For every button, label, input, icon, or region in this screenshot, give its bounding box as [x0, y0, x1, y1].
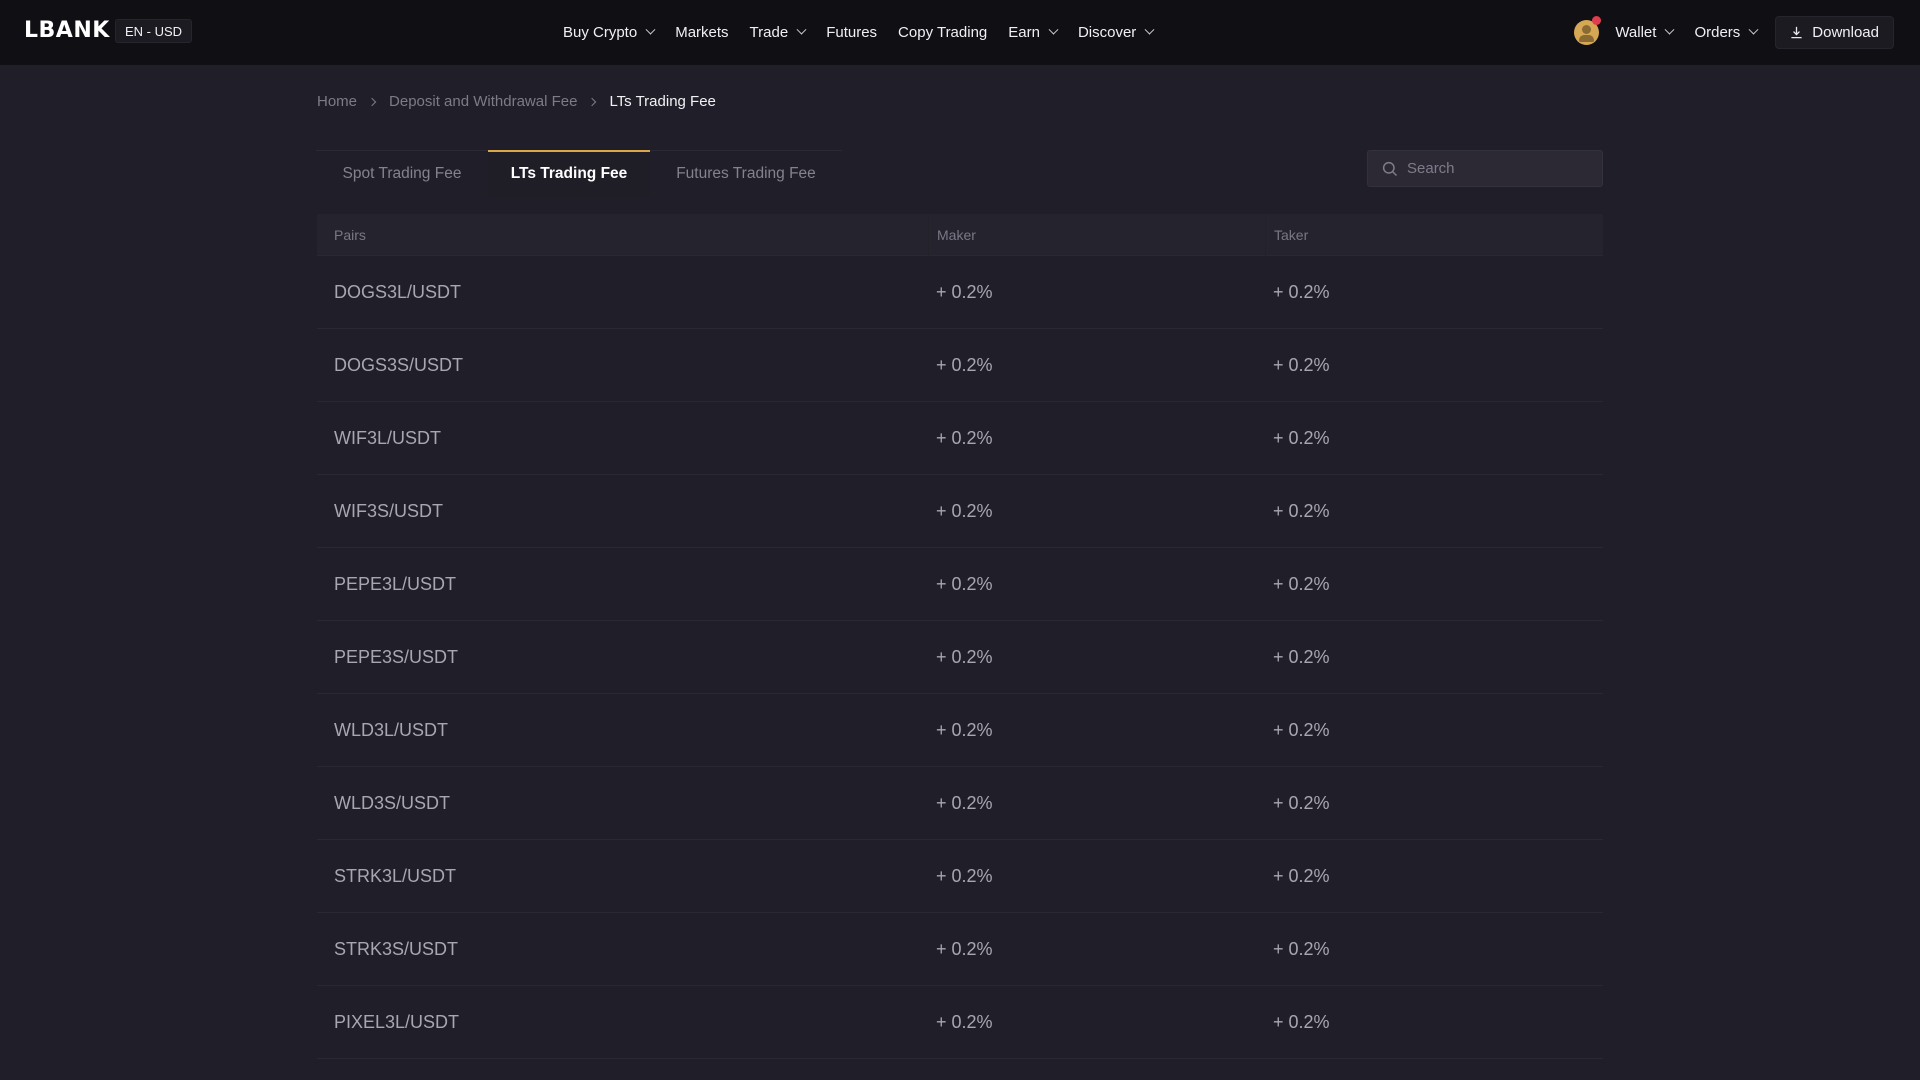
pair-cell: WIF3L/USDT [334, 427, 442, 448]
nav-label: Copy Trading [898, 24, 988, 41]
taker-fee-cell: + 0.2% [1273, 281, 1330, 302]
user-avatar-button[interactable] [1574, 16, 1615, 45]
taker-fee-cell: + 0.2% [1273, 500, 1330, 521]
wallet-label: Wallet [1615, 24, 1657, 41]
maker-fee-cell: + 0.2% [936, 719, 993, 740]
chevron-down-icon [796, 24, 807, 35]
chevron-down-icon [645, 24, 656, 35]
breadcrumb-current: LTs Trading Fee [609, 93, 716, 110]
table-row: WLD3S/USDT + 0.2% + 0.2% [317, 767, 1603, 840]
maker-fee-cell: + 0.2% [936, 427, 993, 448]
breadcrumb: Home Deposit and Withdrawal Fee LTs Trad… [317, 93, 716, 110]
table-row: DOGS3L/USDT + 0.2% + 0.2% [317, 256, 1603, 329]
nav-trade[interactable]: Trade [749, 24, 807, 41]
maker-fee-cell: + 0.2% [936, 573, 993, 594]
table-row: WIF3S/USDT + 0.2% + 0.2% [317, 475, 1603, 548]
wallet-menu[interactable]: Wallet [1615, 24, 1675, 41]
table-row: DOGS3S/USDT + 0.2% + 0.2% [317, 329, 1603, 402]
pair-cell: WLD3L/USDT [334, 719, 449, 740]
pair-cell: PEPE3S/USDT [334, 646, 459, 667]
pair-cell: DOGS3L/USDT [334, 281, 462, 302]
table-row: STRK3L/USDT + 0.2% + 0.2% [317, 840, 1603, 913]
table-row: PEPE3L/USDT + 0.2% + 0.2% [317, 548, 1603, 621]
taker-fee-cell: + 0.2% [1273, 719, 1330, 740]
top-navigation-bar: LBANK EN - USD Buy Crypto Markets Trade … [0, 0, 1920, 65]
table-row: PIXEL3L/USDT + 0.2% + 0.2% [317, 986, 1603, 1059]
taker-fee-cell: + 0.2% [1273, 427, 1330, 448]
breadcrumb-deposit-withdrawal-fee[interactable]: Deposit and Withdrawal Fee [389, 93, 577, 110]
maker-fee-cell: + 0.2% [936, 354, 993, 375]
nav-label: Earn [1008, 24, 1040, 41]
nav-label: Buy Crypto [563, 24, 638, 41]
maker-fee-cell: + 0.2% [936, 792, 993, 813]
tab-futures-trading-fee[interactable]: Futures Trading Fee [650, 151, 842, 197]
table-body: DOGS3L/USDT + 0.2% + 0.2% DOGS3S/USDT + … [317, 256, 1603, 1059]
language-currency-selector[interactable]: EN - USD [115, 19, 193, 43]
nav-earn[interactable]: Earn [1008, 24, 1059, 41]
pair-cell: WIF3S/USDT [334, 500, 444, 521]
pair-cell: PIXEL3L/USDT [334, 1011, 460, 1032]
nav-futures[interactable]: Futures [826, 24, 877, 41]
pair-cell: STRK3S/USDT [334, 938, 459, 959]
taker-fee-cell: + 0.2% [1273, 792, 1330, 813]
chevron-down-icon [1048, 24, 1059, 35]
column-header-taker: Taker [1265, 213, 1603, 256]
pair-cell: STRK3L/USDT [334, 865, 457, 886]
lts-fee-table: Pairs Maker Taker DOGS3L/USDT + 0.2% + 0… [317, 213, 1603, 1059]
search-icon [1382, 161, 1398, 176]
download-label: Download [1812, 24, 1879, 41]
table-header: Pairs Maker Taker [317, 213, 1603, 256]
nav-label: Futures [826, 24, 878, 41]
taker-fee-cell: + 0.2% [1273, 646, 1330, 667]
maker-fee-cell: + 0.2% [936, 938, 993, 959]
download-button[interactable]: Download [1775, 16, 1894, 49]
chevron-down-icon [1664, 24, 1675, 35]
nav-label: Markets [675, 24, 729, 41]
main-nav: Buy Crypto Markets Trade Futures Copy Tr… [563, 0, 1174, 65]
nav-discover[interactable]: Discover [1077, 24, 1155, 41]
notification-dot [1592, 16, 1602, 25]
pair-cell: WLD3S/USDT [334, 792, 451, 813]
taker-fee-cell: + 0.2% [1273, 865, 1330, 886]
table-row: WLD3L/USDT + 0.2% + 0.2% [317, 694, 1603, 767]
search-input[interactable] [1407, 160, 1587, 177]
lbank-logo[interactable]: LBANK [24, 18, 110, 43]
user-icon-body [1579, 35, 1595, 42]
pair-cell: PEPE3L/USDT [334, 573, 457, 594]
tab-lts-trading-fee[interactable]: LTs Trading Fee [488, 150, 650, 197]
taker-fee-cell: + 0.2% [1273, 938, 1330, 959]
nav-label: Discover [1077, 24, 1137, 41]
breadcrumb-home[interactable]: Home [317, 93, 357, 110]
table-row: STRK3S/USDT + 0.2% + 0.2% [317, 913, 1603, 986]
table-row: PEPE3S/USDT + 0.2% + 0.2% [317, 621, 1603, 694]
maker-fee-cell: + 0.2% [936, 500, 993, 521]
orders-label: Orders [1694, 24, 1741, 41]
taker-fee-cell: + 0.2% [1273, 573, 1330, 594]
nav-buy-crypto[interactable]: Buy Crypto [563, 24, 656, 41]
column-header-maker: Maker [928, 213, 1265, 256]
chevron-right-icon [367, 97, 377, 106]
user-icon-head [1582, 25, 1592, 34]
table-row: WIF3L/USDT + 0.2% + 0.2% [317, 402, 1603, 475]
maker-fee-cell: + 0.2% [936, 865, 993, 886]
tab-spot-trading-fee[interactable]: Spot Trading Fee [316, 151, 488, 197]
taker-fee-cell: + 0.2% [1273, 1011, 1330, 1032]
chevron-down-icon [1144, 24, 1155, 35]
nav-markets[interactable]: Markets [675, 24, 728, 41]
nav-label: Trade [749, 24, 789, 41]
download-icon [1791, 26, 1802, 39]
taker-fee-cell: + 0.2% [1273, 354, 1330, 375]
maker-fee-cell: + 0.2% [936, 646, 993, 667]
chevron-right-icon [588, 97, 597, 106]
orders-menu[interactable]: Orders [1694, 24, 1759, 41]
chevron-down-icon [1748, 24, 1759, 35]
maker-fee-cell: + 0.2% [936, 281, 993, 302]
account-nav: Wallet Orders Download [1574, 0, 1894, 65]
column-header-pairs: Pairs [334, 226, 366, 243]
search-box[interactable] [1367, 150, 1603, 187]
pair-cell: DOGS3S/USDT [334, 354, 464, 375]
fee-tabs: Spot Trading Fee LTs Trading Fee Futures… [316, 150, 842, 197]
nav-copy-trading[interactable]: Copy Trading [898, 24, 987, 41]
maker-fee-cell: + 0.2% [936, 1011, 993, 1032]
